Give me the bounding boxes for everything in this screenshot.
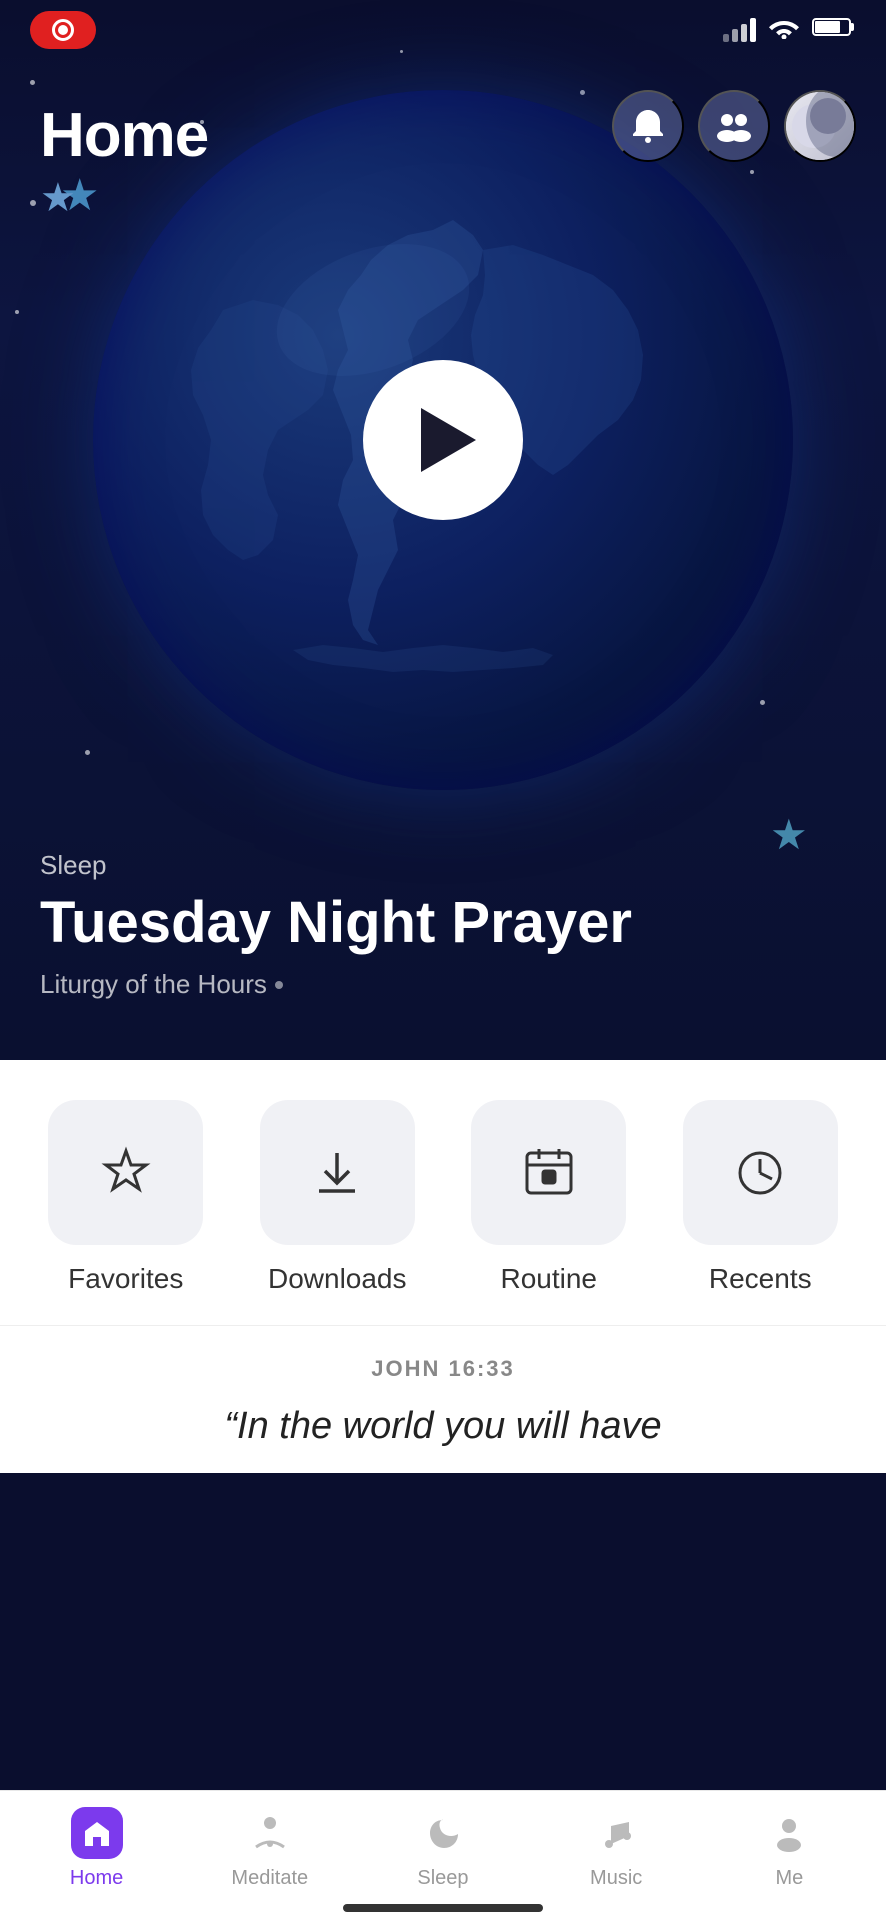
page-title: Home [40, 100, 208, 171]
downloads-button[interactable] [260, 1100, 415, 1245]
nav-item-home[interactable]: Home [47, 1807, 147, 1890]
nav-item-meditate[interactable]: Meditate [220, 1807, 320, 1890]
nav-item-me[interactable]: Me [739, 1807, 839, 1890]
subtitle-dot [275, 981, 283, 989]
signal-bars-icon [723, 18, 756, 42]
home-icon [71, 1807, 123, 1859]
nav-label-home: Home [70, 1867, 123, 1890]
title-star-icon: ★ [40, 175, 208, 221]
recents-action[interactable]: Recents [683, 1100, 838, 1295]
status-bar [0, 0, 886, 60]
nav-label-music: Music [590, 1867, 642, 1890]
home-indicator [343, 1904, 543, 1912]
status-bar-left [30, 11, 96, 49]
wifi-icon [768, 15, 800, 45]
clock-icon [730, 1143, 790, 1203]
nav-item-sleep[interactable]: Sleep [393, 1807, 493, 1890]
status-bar-right [723, 15, 856, 45]
recording-badge [30, 11, 96, 49]
content-info: Sleep Tuesday Night Prayer Liturgy of th… [40, 850, 632, 1000]
header-icons [612, 90, 856, 162]
downloads-label: Downloads [268, 1263, 407, 1295]
night-mode-button[interactable] [784, 90, 856, 162]
nav-label-me: Me [775, 1867, 803, 1890]
hero-section: ★ ★ Home ★ [0, 0, 886, 1060]
recents-label: Recents [709, 1263, 812, 1295]
star-icon [96, 1143, 156, 1203]
favorites-action[interactable]: Favorites [48, 1100, 203, 1295]
sleep-icon [417, 1807, 469, 1859]
notifications-button[interactable] [612, 90, 684, 162]
routine-action[interactable]: Routine [471, 1100, 626, 1295]
nav-item-music[interactable]: Music [566, 1807, 666, 1890]
me-icon [763, 1807, 815, 1859]
download-icon [307, 1143, 367, 1203]
play-button[interactable] [363, 360, 523, 520]
music-icon [590, 1807, 642, 1859]
favorites-button[interactable] [48, 1100, 203, 1245]
quote-reference: JOHN 16:33 [40, 1356, 846, 1382]
content-subtitle: Liturgy of the Hours [40, 969, 632, 1000]
favorites-label: Favorites [68, 1263, 183, 1295]
content-category: Sleep [40, 850, 632, 881]
recording-dot-icon [52, 19, 74, 41]
nav-label-sleep: Sleep [417, 1867, 468, 1890]
quote-text: “In the world you will have [40, 1400, 846, 1453]
nav-label-meditate: Meditate [231, 1867, 308, 1890]
play-icon [421, 408, 476, 472]
home-title: Home ★ [40, 100, 208, 221]
routine-label: Routine [500, 1263, 597, 1295]
downloads-action[interactable]: Downloads [260, 1100, 415, 1295]
content-title: Tuesday Night Prayer [40, 891, 632, 955]
quote-section: JOHN 16:33 “In the world you will have [0, 1325, 886, 1473]
routine-button[interactable] [471, 1100, 626, 1245]
group-button[interactable] [698, 90, 770, 162]
moon-icon [784, 90, 856, 162]
meditate-icon [244, 1807, 296, 1859]
battery-icon [812, 16, 856, 44]
recents-button[interactable] [683, 1100, 838, 1245]
quick-actions-section: Favorites Downloads Routine [0, 1060, 886, 1325]
bottom-nav: Home Meditate Sleep Mus [0, 1790, 886, 1920]
calendar-icon [519, 1143, 579, 1203]
